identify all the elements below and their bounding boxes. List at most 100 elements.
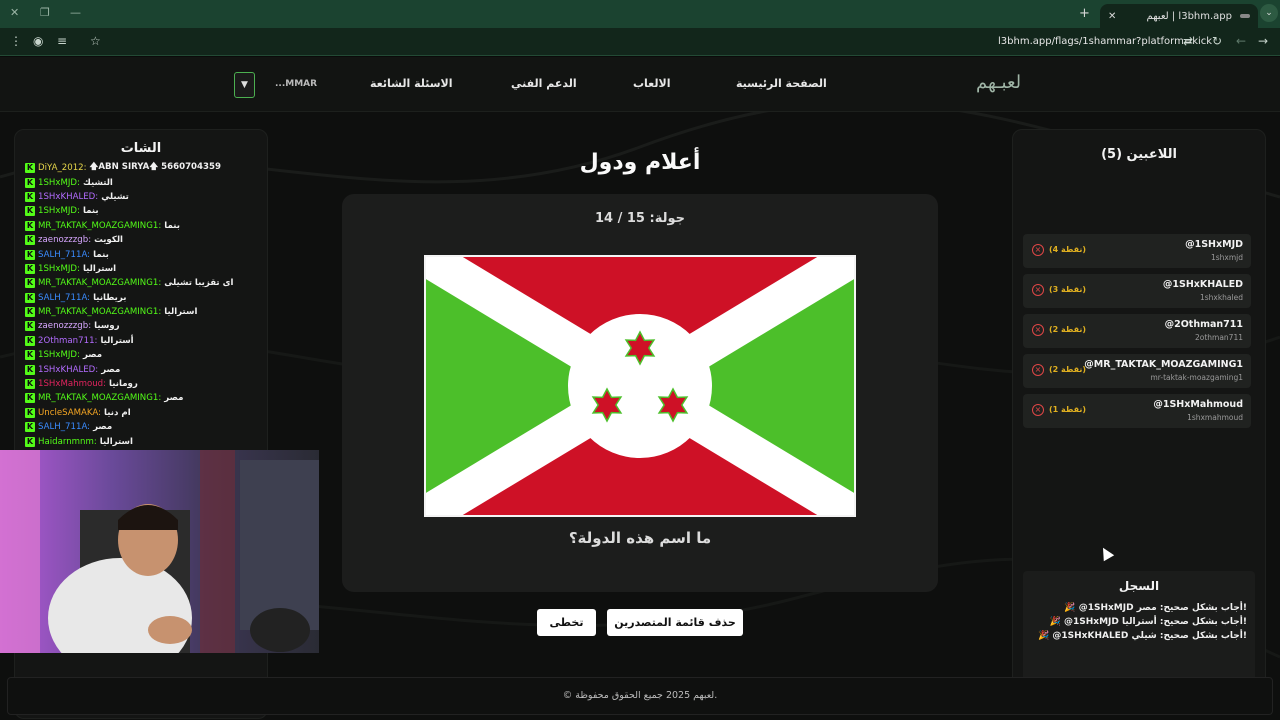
kick-badge-icon: K (25, 307, 35, 318)
site-logo[interactable]: لعبـهم (976, 72, 1021, 93)
chat-text: 🡅ABN SIRYA🡅 5660704359 (89, 162, 221, 173)
chat-username[interactable]: 1SHxMJD: (38, 350, 80, 360)
chat-text: استراليا (82, 263, 117, 274)
player-handle: @1SHxMJD (1185, 239, 1243, 250)
chat-text: ام دنيا (104, 407, 131, 418)
reading-list-icon[interactable]: ≡ (57, 34, 67, 48)
restore-window-icon[interactable]: ❐ (40, 6, 50, 19)
remove-player-icon[interactable]: × (1032, 324, 1044, 336)
kick-badge-icon: K (25, 335, 35, 346)
forward-icon[interactable]: ← (1236, 34, 1246, 48)
chat-username[interactable]: 1SHxMJD: (38, 178, 80, 188)
kick-badge-icon: K (25, 220, 35, 231)
chat-text: مصر (82, 350, 103, 361)
burundi-flag (416, 240, 864, 532)
chat-message: K 1SHxMJD: بنما (25, 204, 265, 218)
kick-badge-icon: K (25, 292, 35, 303)
chat-message: K 1SHxMJD: مصر (25, 348, 265, 362)
chat-username[interactable]: MR_TAKTAK_MOAZGAMING1: (38, 393, 161, 403)
chat-username[interactable]: MR_TAKTAK_MOAZGAMING1: (38, 307, 161, 317)
chat-text: بنما (93, 249, 109, 260)
reload-icon[interactable]: ↻ (1212, 34, 1222, 48)
chat-message: K MR_TAKTAK_MOAZGAMING1: مصر (25, 391, 265, 405)
site-settings-icon[interactable]: ⇄ (1183, 34, 1193, 48)
site-navbar: لعبـهم الصفحة الرئيسية الالعاب الدعم الف… (0, 57, 1280, 112)
nav-games-link[interactable]: الالعاب (633, 77, 671, 90)
chat-message: K 1SHxMJD: التشيك (25, 175, 265, 189)
remove-player-icon[interactable]: × (1032, 244, 1044, 256)
chat-username[interactable]: SALH_711A: (38, 293, 90, 303)
chat-message: K Haidarnmnm: استراليا (25, 434, 265, 448)
chat-username[interactable]: 1SHxMJD: (38, 206, 80, 216)
address-bar[interactable]: l3bhm.app/flags/1shammar?platform=kick (998, 36, 1212, 47)
chat-username[interactable]: 2Othman711: (38, 336, 97, 346)
chat-username[interactable]: MR_TAKTAK_MOAZGAMING1: (38, 221, 161, 231)
user-avatar-icon[interactable]: ▼ (234, 72, 255, 98)
user-name[interactable]: ...MMAR (275, 79, 317, 89)
player-row: × (2 نقطة) @MR_TAKTAK_MOAZGAMING1 mr-taktak… (1023, 354, 1251, 388)
remove-player-icon[interactable]: × (1032, 404, 1044, 416)
skip-button[interactable]: تخطى (537, 609, 596, 636)
chat-username[interactable]: UncleSAMAKA: (38, 408, 101, 418)
chat-text: بنما (82, 206, 99, 217)
remove-player-icon[interactable]: × (1032, 284, 1044, 296)
menu-icon[interactable]: ⋮ (10, 34, 22, 48)
clear-leaderboard-button[interactable]: حذف قائمة المتصدرين (607, 609, 743, 636)
close-window-icon[interactable]: ✕ (10, 6, 19, 19)
back-icon[interactable]: → (1258, 34, 1268, 48)
player-handle: @2Othman711 (1164, 319, 1243, 330)
chat-username[interactable]: 1SHxKHALED: (38, 192, 98, 202)
chat-username[interactable]: zaenozzzgb: (38, 235, 91, 245)
player-row: × (1 نقطة) @1SHxMahmoud 1shxmahmoud (1023, 394, 1251, 428)
round-counter: جولة: 15 / 14 (594, 211, 685, 226)
log-entry: 🎉 @1SHxMJD أجاب بشكل صحيح: مصر! (1064, 603, 1247, 613)
chat-list: K DiYA_2012: 🡅ABN SIRYA🡅 5660704359 K 1SHxMJ… (25, 161, 265, 449)
remove-player-icon[interactable]: × (1032, 364, 1044, 376)
chat-text: أستراليا (100, 335, 134, 346)
kick-badge-icon: K (25, 177, 35, 188)
webcam-overlay (0, 450, 319, 653)
player-points: (1 نقطة) (1049, 405, 1087, 414)
chat-text: التشيك (82, 177, 113, 188)
chat-text: مصر (101, 364, 121, 375)
browser-toolbar: ⋮ ◉ ≡ ☆ l3bhm.app/flags/1shammar?platfor… (0, 28, 1280, 56)
tab-search-icon[interactable]: ⌄ (1260, 4, 1278, 22)
chat-text: اى تقزيبا تشيلى (164, 278, 234, 289)
player-handle: @1SHxKHALED (1162, 279, 1243, 290)
chat-message: Kzaenozzzgb: روسيا (25, 319, 265, 333)
footer: © لعبهم 2025 جميع الحقوق محفوظة. (7, 677, 1273, 715)
chat-text: مصر (93, 422, 113, 433)
browser-tab[interactable]: ✕ لعبهم | l3bhm.app (1100, 4, 1258, 28)
nav-home-link[interactable]: الصفحة الرئيسية (736, 77, 827, 90)
tab-favicon-icon (1240, 14, 1250, 18)
chat-username[interactable]: MR_TAKTAK_MOAZGAMING1: (38, 278, 161, 288)
profile-icon[interactable]: ◉ (33, 34, 43, 48)
chat-username[interactable]: SALH_711A: (38, 250, 90, 260)
kick-badge-icon: K (25, 393, 35, 404)
player-username: 1shxmjd (1210, 253, 1243, 262)
kick-badge-icon: K (25, 350, 35, 361)
bookmark-star-icon[interactable]: ☆ (90, 34, 101, 48)
nav-support-link[interactable]: الدعم الفني (511, 77, 577, 90)
chat-message: K SALH_711A: بنما (25, 247, 265, 261)
new-tab-button[interactable]: + (1079, 6, 1090, 21)
close-tab-icon[interactable]: ✕ (1108, 11, 1116, 22)
chat-username[interactable]: zaenozzzgb: (38, 321, 91, 331)
chat-username[interactable]: 1SHxKHALED: (38, 365, 98, 375)
chat-username[interactable]: DiYA_2012: (38, 163, 87, 173)
chat-username[interactable]: SALH_711A: (38, 422, 90, 432)
player-points: (4 نقطة) (1049, 245, 1087, 254)
chat-text: مصر (164, 393, 184, 404)
chat-message: K UncleSAMAKA: ام دنيا (25, 406, 265, 420)
kick-badge-icon: K (25, 263, 35, 274)
player-points: (2 نقطة) (1049, 365, 1087, 374)
chat-username[interactable]: Haidarnmnm: (38, 437, 97, 447)
nav-faq-link[interactable]: الاسئلة الشائعة (370, 77, 453, 90)
chat-text: بنما (164, 220, 180, 231)
chat-username[interactable]: 1SHxMJD: (38, 264, 80, 274)
chat-username[interactable]: 1SHxMahmoud: (38, 379, 106, 389)
kick-badge-icon: K (25, 249, 35, 260)
player-handle: @1SHxMahmoud (1153, 399, 1243, 410)
kick-badge-icon: K (25, 191, 35, 202)
minimize-window-icon[interactable]: — (70, 6, 81, 19)
